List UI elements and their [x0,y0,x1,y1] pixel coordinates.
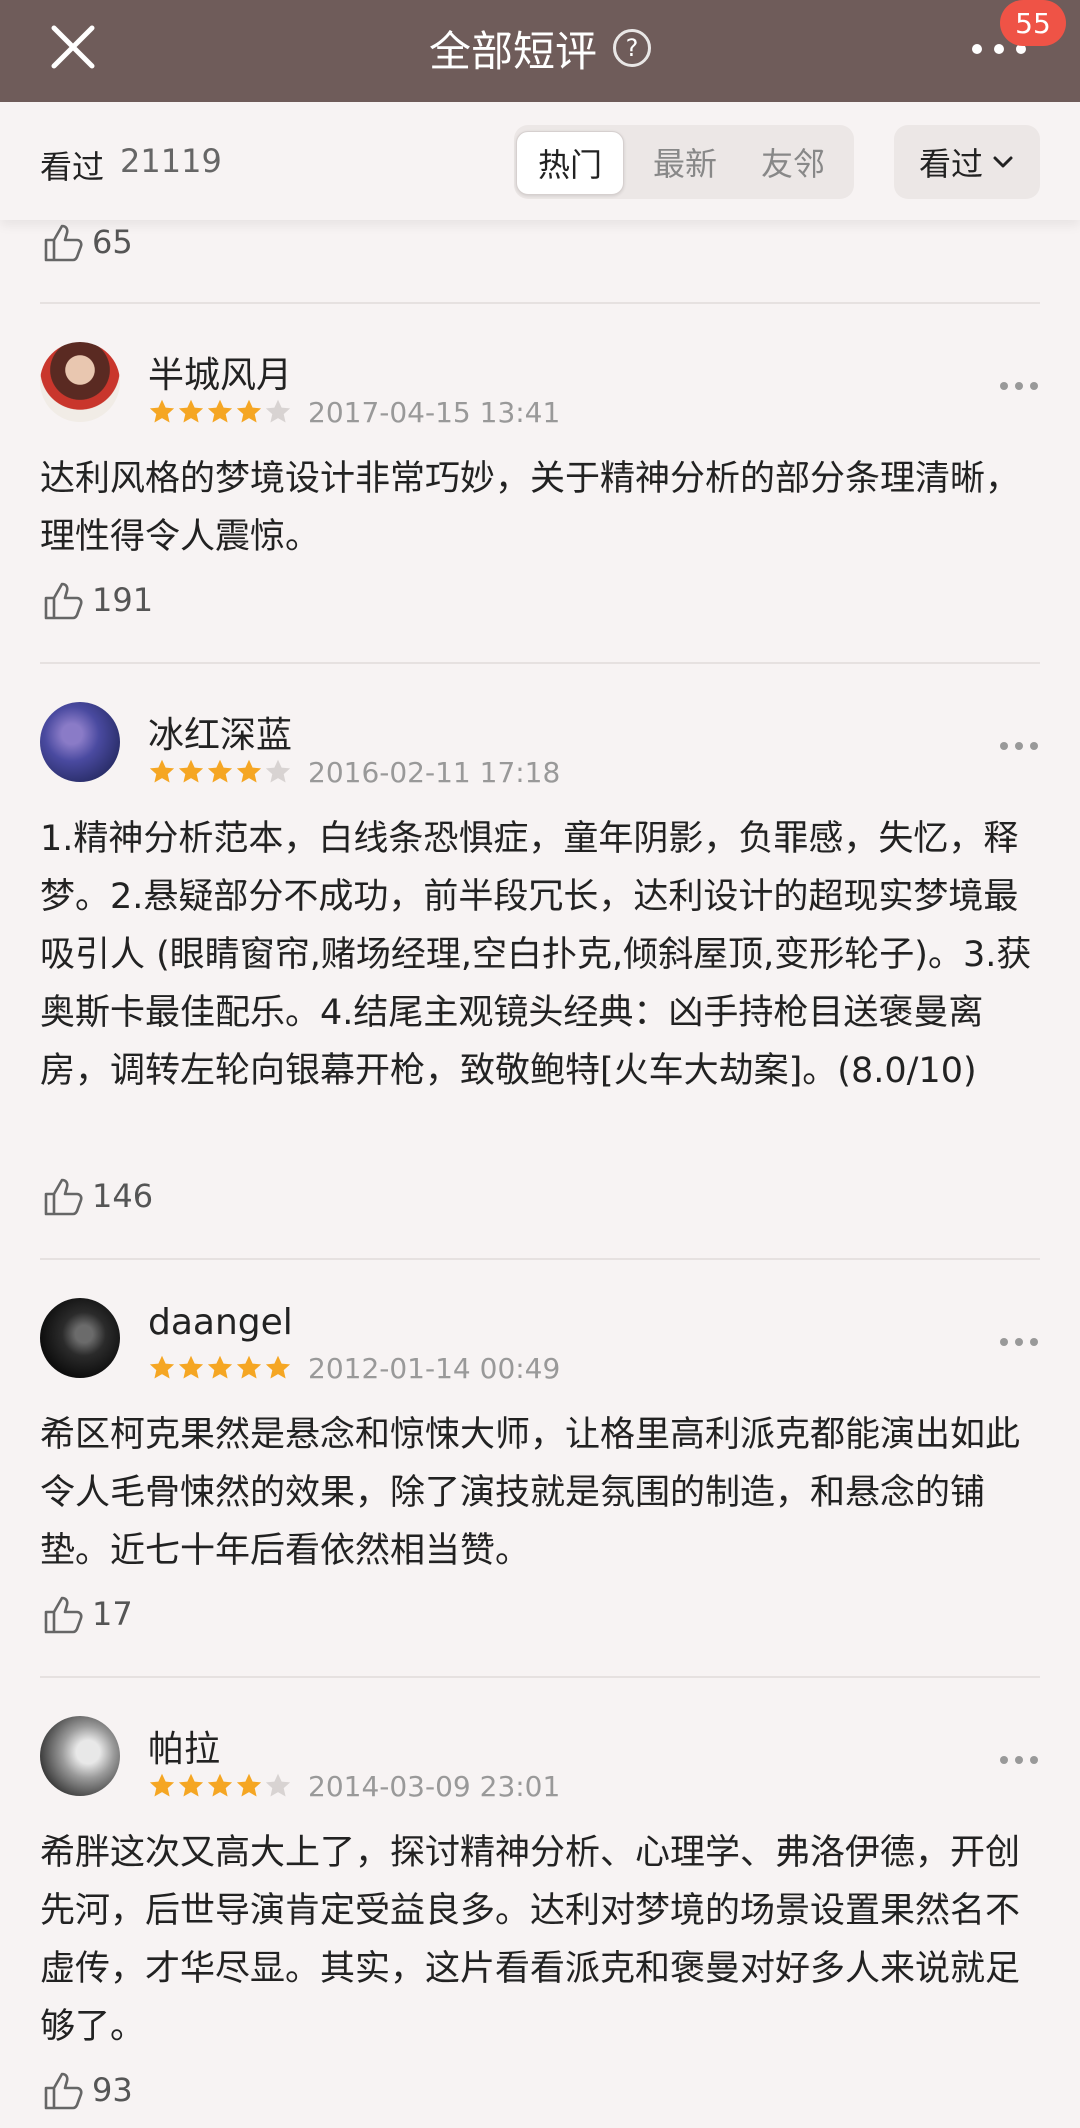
avatar[interactable] [40,342,120,422]
star-filled-icon [149,399,175,423]
review-content: 希区柯克果然是悬念和惊悚大师，让格里高利派克都能演出如此令人毛骨悚然的效果，除了… [40,1415,1021,1571]
avatar[interactable] [40,1716,120,1796]
username[interactable]: daangel [148,1302,293,1343]
star-filled-icon [207,759,233,783]
like-button[interactable]: 17 [42,1592,133,1636]
star-filled-icon [236,759,262,783]
like-count: 17 [92,1595,133,1633]
more-icon[interactable] [1000,1336,1040,1348]
star-empty-icon [265,1773,291,1797]
filter-bar: 看过 21119 热门 最新 友邻 看过 [0,102,1080,220]
close-icon[interactable] [48,22,98,72]
watched-dropdown-label: 看过 [918,145,983,183]
watched-count: 21119 [120,142,222,180]
username[interactable]: 半城风月 [148,346,292,398]
thumbs-up-icon [44,224,83,262]
star-filled-icon [149,1773,175,1797]
like-button[interactable]: 191 [42,578,153,622]
like-count: 93 [92,2071,133,2109]
review-date: 2012-01-14 00:49 [308,1352,561,1385]
divider [40,1258,1040,1260]
help-icon[interactable]: ? [613,29,651,67]
star-filled-icon [178,399,204,423]
tab-latest[interactable]: 最新 [632,131,738,193]
review-date: 2014-03-09 23:01 [308,1770,561,1803]
like-button[interactable]: 146 [42,1174,153,1218]
like-count: 191 [92,581,154,619]
page-title: 全部短评 [428,26,597,76]
thumbs-up-icon [44,1178,83,1216]
star-filled-icon [207,399,233,423]
like-button[interactable]: 65 [42,220,133,264]
review-content: 1.精神分析范本，白线条恐惧症，童年阴影，负罪感，失忆，释梦。2.悬疑部分不成功… [40,819,1032,1091]
star-filled-icon [265,1355,291,1379]
star-empty-icon [265,399,291,423]
star-filled-icon [149,1355,175,1379]
notification-badge: 55 [1000,0,1066,46]
like-count: 146 [92,1177,154,1215]
username[interactable]: 冰红深蓝 [148,706,292,758]
tab-friends[interactable]: 友邻 [740,131,846,193]
rating-stars [148,1354,293,1382]
divider [40,1676,1040,1678]
thumbs-up-icon [44,582,83,620]
star-filled-icon [236,1355,262,1379]
star-filled-icon [178,759,204,783]
top-bar: 全部短评 ? 55 [0,0,1080,102]
avatar[interactable] [40,702,120,782]
watched-dropdown[interactable]: 看过 [894,125,1040,199]
star-filled-icon [207,1773,233,1797]
more-icon[interactable] [1000,740,1040,752]
review-date: 2016-02-11 17:18 [308,756,561,789]
star-filled-icon [178,1773,204,1797]
rating-stars [148,758,293,786]
star-filled-icon [207,1355,233,1379]
avatar[interactable] [40,1298,120,1378]
star-filled-icon [149,759,175,783]
star-filled-icon [178,1355,204,1379]
thumbs-up-icon [44,1596,83,1634]
review-content: 希胖这次又高大上了，探讨精神分析、心理学、弗洛伊德，开创先河，后世导演肯定受益良… [40,1833,1021,2047]
like-count: 65 [92,223,133,261]
tab-hot[interactable]: 热门 [516,131,624,195]
watched-label: 看过 [40,148,105,186]
sort-tabs: 热门 最新 友邻 [514,125,854,199]
thumbs-up-icon [44,2072,83,2110]
star-filled-icon [236,399,262,423]
rating-stars [148,398,293,426]
more-icon[interactable] [1000,1754,1040,1766]
rating-stars [148,1772,293,1800]
username[interactable]: 帕拉 [148,1720,220,1772]
star-empty-icon [265,759,291,783]
more-icon[interactable] [1000,380,1040,392]
review-content: 达利风格的梦境设计非常巧妙，关于精神分析的部分条理清晰，理性得令人震惊。 [40,459,1021,557]
chevron-down-icon [993,156,1013,168]
star-filled-icon [236,1773,262,1797]
review-date: 2017-04-15 13:41 [308,396,561,429]
divider [40,302,1040,304]
divider [40,662,1040,664]
like-button[interactable]: 93 [42,2068,133,2112]
